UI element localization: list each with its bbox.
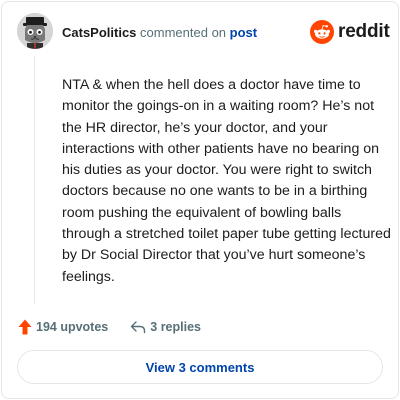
view-comments-button[interactable]: View 3 comments — [17, 350, 383, 384]
comment-body: NTA & when the hell does a doctor have t… — [62, 77, 391, 285]
cat-avatar-icon — [17, 13, 53, 49]
comment-actions: 194 upvotes 3 replies — [18, 318, 201, 336]
replies-button[interactable]: 3 replies — [130, 320, 201, 334]
commented-on-text: commented on — [140, 25, 227, 40]
reddit-wordmark: reddit — [338, 21, 390, 42]
reddit-snoo-icon — [310, 20, 334, 44]
avatar[interactable] — [17, 13, 53, 49]
reply-count: 3 replies — [150, 320, 201, 334]
upvote-count: 194 upvotes — [36, 320, 109, 334]
username-link[interactable]: CatsPolitics — [62, 25, 136, 40]
reply-arrow-icon — [131, 321, 146, 334]
reddit-logo[interactable]: reddit — [310, 20, 390, 44]
post-link[interactable]: post — [230, 25, 257, 40]
comment-header: CatsPolitics commented on post — [62, 25, 257, 41]
upvote-arrow-icon — [18, 319, 32, 335]
thread-line[interactable] — [34, 56, 35, 304]
upvote-button[interactable]: 194 upvotes — [18, 319, 108, 335]
